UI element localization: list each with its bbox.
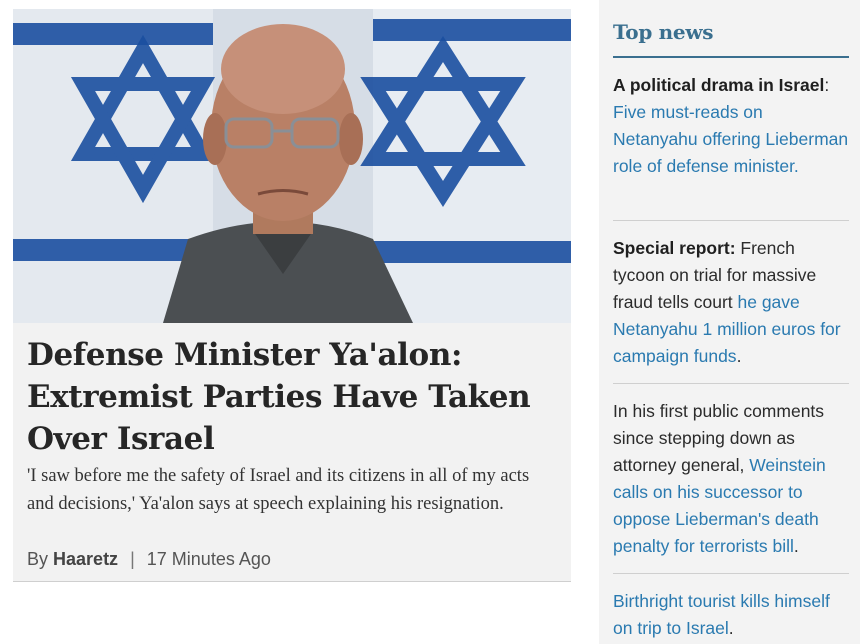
divider (613, 383, 849, 384)
news-item-tail: . (736, 346, 742, 366)
byline: By Haaretz | 17 Minutes Ago (27, 549, 271, 570)
news-item-3[interactable]: In his first public comments since stepp… (613, 398, 849, 560)
byline-prefix: By (27, 549, 49, 569)
news-item-tail: . (793, 536, 799, 556)
top-strip (0, 0, 599, 9)
news-item-1[interactable]: A political drama in Israel: Five must-r… (613, 72, 849, 180)
main-story-card[interactable]: Defense Minister Ya'alon: Extremist Part… (13, 9, 571, 582)
top-news-sidebar: Top news A political drama in Israel: Fi… (599, 0, 860, 644)
news-item-2[interactable]: Special report: French tycoon on trial f… (613, 235, 849, 370)
news-item-link[interactable]: Five must-reads on Netanyahu offering Li… (613, 102, 848, 176)
hero-photo[interactable] (13, 9, 571, 323)
news-item-tail: . (728, 618, 734, 638)
hero-photo-illustration (13, 9, 571, 323)
news-item-lead-suffix: : (824, 75, 830, 95)
author-link[interactable]: Haaretz (53, 549, 118, 569)
news-item-4[interactable]: Birthright tourist kills himself on trip… (613, 588, 849, 642)
story-summary: 'I saw before me the safety of Israel an… (27, 466, 530, 514)
title-divider (613, 56, 849, 58)
sidebar-title: Top news (613, 20, 714, 44)
timestamp: 17 Minutes Ago (146, 549, 271, 569)
headline[interactable]: Defense Minister Ya'alon: Extremist Part… (27, 334, 557, 460)
byline-separator: | (130, 549, 135, 569)
news-item-lead: A political drama in Israel (613, 75, 825, 95)
divider (613, 573, 849, 574)
news-item-lead: Special report: (613, 238, 736, 258)
divider (613, 220, 849, 221)
news-item-link[interactable]: Birthright tourist kills himself on trip… (613, 591, 830, 638)
